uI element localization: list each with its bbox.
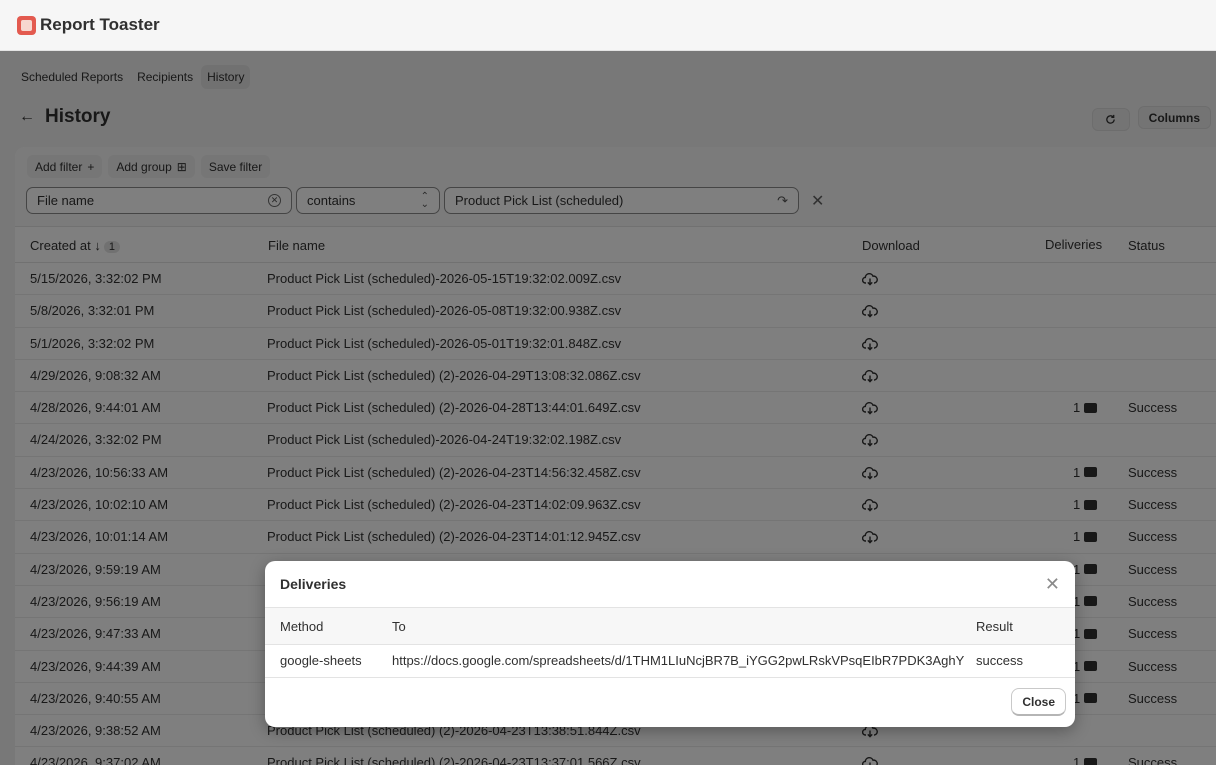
delivery-to[interactable]: https://docs.google.com/spreadsheets/d/1… [392,653,964,668]
app-logo-icon [17,15,36,35]
modal-column-to: To [392,619,406,634]
modal-header: Deliveries ✕ [265,561,1075,608]
modal-column-result: Result [976,619,1013,634]
modal-title: Deliveries [280,576,347,592]
close-icon[interactable]: ✕ [1045,574,1060,595]
modal-column-method: Method [280,619,324,634]
app-header: Report Toaster [0,0,1216,51]
modal-footer: Close [265,678,1075,726]
delivery-result: success [976,653,1023,668]
close-button[interactable]: Close [1011,688,1066,716]
app-title: Report Toaster [40,15,160,34]
modal-table-header: Method To Result [265,608,1075,645]
delivery-method: google-sheets [280,653,362,668]
modal-table-row: google-sheets https://docs.google.com/sp… [265,645,1075,678]
deliveries-modal: Deliveries ✕ Method To Result google-she… [265,561,1075,727]
